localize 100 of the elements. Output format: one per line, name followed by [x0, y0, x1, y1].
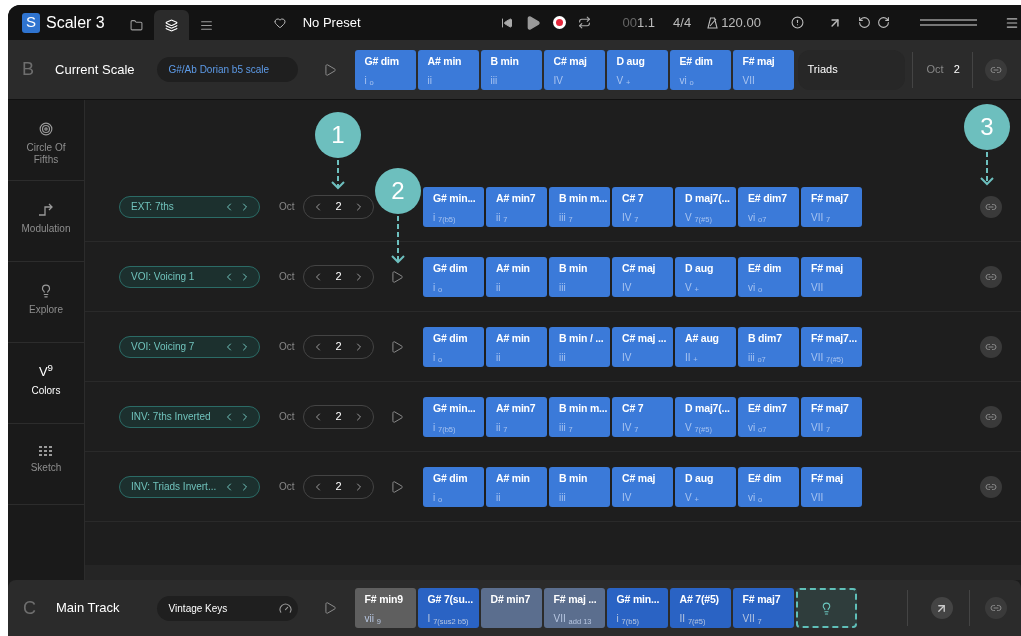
link-button[interactable] [980, 405, 1002, 428]
preset-name[interactable]: No Preset [302, 12, 361, 33]
chord-pad[interactable]: B dim7 iii $_{o7}$ [738, 326, 799, 367]
section-letter: B [22, 58, 34, 81]
chord-pad[interactable]: B min iii [549, 466, 610, 507]
record-button[interactable] [552, 16, 566, 29]
play-icon [322, 601, 337, 615]
preset-selector[interactable]: INV: Triads Invert... [119, 475, 260, 498]
chord-pad[interactable]: G# min... i $_{7(b5)}$ [606, 588, 668, 628]
alert-icon[interactable] [790, 16, 804, 29]
sidebar-item[interactable]: V$^{9}$ Colors [8, 343, 84, 424]
play-button[interactable] [389, 478, 405, 495]
sidebar-item[interactable]: Circle Of Fifths [8, 100, 84, 181]
layers-tab[interactable] [153, 10, 189, 40]
target-icon [39, 122, 53, 136]
chord-pad[interactable]: B min iii [480, 49, 542, 90]
chord-pad[interactable]: E# dim vi $_{o}$ [669, 49, 731, 90]
chord-pad[interactable]: G# min... i $_{7(b5)}$ [423, 186, 484, 227]
export-button[interactable] [930, 597, 953, 619]
scale-selector[interactable]: G#/Ab Dorian b5 scale [156, 57, 298, 82]
sidebar-item[interactable]: Sketch [8, 424, 84, 505]
link-button[interactable] [984, 597, 1007, 619]
chord-pad[interactable]: G# dim i $_{o}$ [423, 256, 484, 297]
chord-pad[interactable]: E# dim7 vi $_{o7}$ [738, 186, 799, 227]
chord-pad[interactable]: C# maj IV [612, 466, 673, 507]
chord-pad[interactable]: D# min7 [480, 588, 542, 628]
chord-pad[interactable]: F# maj ... VII $_{add 13}$ [543, 588, 605, 628]
chord-pad[interactable]: B min m... iii $_{7}$ [549, 396, 610, 437]
app-logo: S [22, 12, 40, 33]
chord-pad[interactable]: A# aug II $_{+}$ [675, 326, 736, 367]
chord-pad[interactable]: D aug V $_{+}$ [675, 466, 736, 507]
app-title: Scaler 3 [46, 12, 105, 33]
chord-pad[interactable]: C# 7 IV $_{7}$ [612, 396, 673, 437]
metronome-icon [707, 16, 719, 29]
undo-icon[interactable] [857, 16, 871, 29]
chord-pad[interactable]: A# min ii [486, 256, 547, 297]
chord-pad[interactable]: C# maj IV [543, 49, 605, 90]
octave-value[interactable]: 2 [953, 61, 960, 78]
chord-pad[interactable]: G# dim i $_{o}$ [423, 466, 484, 507]
link-button[interactable] [980, 335, 1002, 358]
add-suggestion-button[interactable] [795, 588, 857, 628]
chord-pad[interactable]: A# min ii [486, 326, 547, 367]
octave-label: Oct [279, 200, 296, 214]
preset-selector[interactable]: VOI: Voicing 1 [119, 265, 260, 288]
link-button[interactable] [980, 265, 1002, 288]
chord-pad[interactable]: E# dim vi $_{o}$ [738, 256, 799, 297]
octave-label: Oct [279, 480, 296, 494]
chord-pad[interactable]: A# 7(#5) II $_{7(#5)}$ [669, 588, 731, 628]
chord-pad[interactable]: D maj7(... V $_{7(#5)}$ [675, 396, 736, 437]
chord-pad[interactable]: C# maj ... IV [612, 326, 673, 367]
play-icon [390, 479, 404, 494]
preset-selector[interactable]: INV: 7ths Inverted [119, 405, 260, 428]
chord-pad[interactable]: A# min ii [417, 49, 479, 90]
instrument-selector[interactable]: Vintage Keys [156, 595, 298, 621]
section-title: Current Scale [55, 60, 135, 79]
chord-pad[interactable]: C# maj IV [612, 256, 673, 297]
chord-pad[interactable]: G# dim i $_{o}$ [354, 49, 416, 90]
chord-pad[interactable]: B min / ... iii [549, 326, 610, 367]
tempo-value[interactable]: 120.00 [721, 12, 761, 33]
play-button[interactable] [389, 268, 405, 285]
chord-pad[interactable]: C# 7 IV $_{7}$ [612, 186, 673, 227]
play-button[interactable] [389, 408, 405, 425]
skip-back-icon[interactable] [500, 16, 513, 29]
chord-pad[interactable]: F# maj7... VII $_{7(#5)}$ [801, 326, 862, 367]
chord-pad[interactable]: B min m... iii $_{7}$ [549, 186, 610, 227]
play-button[interactable] [389, 338, 405, 355]
chord-pad[interactable]: F# maj7 VII $_{7}$ [732, 588, 794, 628]
chord-pad[interactable]: G# dim i $_{o}$ [423, 326, 484, 367]
menu-icon[interactable] [1005, 15, 1019, 30]
chord-pad[interactable]: F# min9 vii $_{9}$ [354, 588, 416, 628]
chord-pad[interactable]: F# maj VII [801, 466, 862, 507]
chord-pad[interactable]: A# min7 ii $_{7}$ [486, 186, 547, 227]
link-button[interactable] [980, 195, 1002, 218]
play-icon [390, 269, 404, 284]
sidebar-item[interactable]: Modulation [8, 181, 84, 262]
sidebar-item[interactable]: Explore [8, 262, 84, 343]
heart-icon[interactable] [273, 16, 286, 29]
chord-type-selector[interactable]: Triads [797, 49, 905, 90]
link-button[interactable] [984, 58, 1007, 81]
chord-pad[interactable]: A# min7 ii $_{7}$ [486, 396, 547, 437]
preset-selector[interactable]: VOI: Voicing 7 [119, 335, 260, 358]
chord-pad[interactable]: D aug V $_{+}$ [675, 256, 736, 297]
chord-pad[interactable]: F# maj VII [801, 256, 862, 297]
chord-pad[interactable]: F# maj7 VII $_{7}$ [801, 396, 862, 437]
chord-pad[interactable]: A# min ii [486, 466, 547, 507]
redo-icon[interactable] [876, 16, 890, 29]
chord-pad[interactable]: D maj7(... V $_{7(#5)}$ [675, 186, 736, 227]
time-signature[interactable]: 4/4 [673, 12, 692, 33]
chord-pad[interactable]: E# dim vi $_{o}$ [738, 466, 799, 507]
chord-pad[interactable]: G# min... i $_{7(b5)}$ [423, 396, 484, 437]
chord-pad[interactable]: F# maj7 VII $_{7}$ [801, 186, 862, 227]
chord-pad[interactable]: B min iii [549, 256, 610, 297]
dashed-arrow [390, 214, 406, 264]
chord-pad[interactable]: F# maj VII [732, 49, 794, 90]
preset-selector[interactable]: EXT: 7ths [119, 195, 260, 218]
chord-pad[interactable]: E# dim7 vi $_{o7}$ [738, 396, 799, 437]
chord-pad[interactable]: G# 7(su... I $_{7(sus2 b5)}$ [417, 588, 479, 628]
link-button[interactable] [980, 475, 1002, 498]
chord-pad[interactable]: D aug V $_{+}$ [606, 49, 668, 90]
loop-icon[interactable] [577, 16, 591, 29]
